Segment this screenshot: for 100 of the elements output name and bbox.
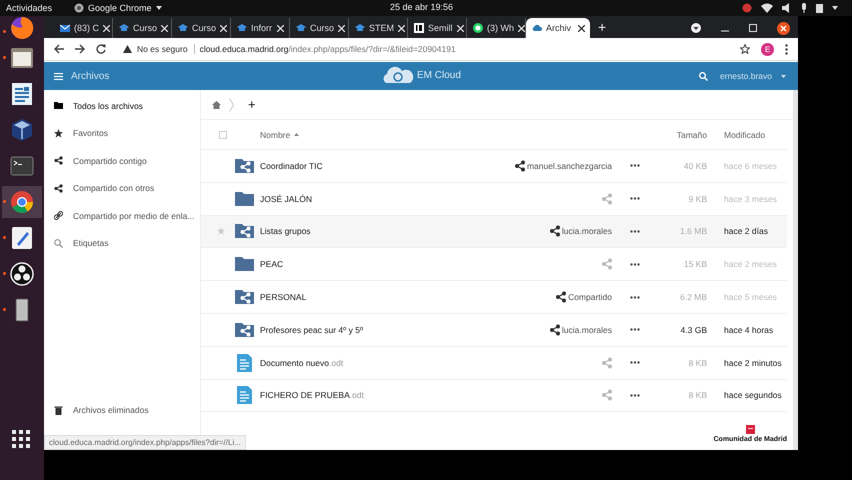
reload-icon[interactable] [96, 44, 106, 54]
folder-icon[interactable] [9, 45, 35, 71]
browser-tab[interactable]: Curso [172, 18, 231, 38]
new-tab-button[interactable]: + [590, 18, 614, 38]
shared-folder-icon[interactable] [235, 320, 254, 339]
file-name[interactable]: JOSÉ JALÓN [260, 194, 312, 204]
browser-tab[interactable]: Curso [290, 18, 349, 38]
app-grid-icon[interactable] [11, 429, 33, 451]
sidebar-item[interactable]: Archivos eliminados [44, 396, 200, 424]
more-icon[interactable] [630, 262, 640, 266]
file-row[interactable]: Listas grupos lucia.morales 1.6 MB hace 2 días [201, 216, 787, 248]
file-name[interactable]: PEAC [260, 259, 284, 270]
shared-folder-icon[interactable] [235, 156, 254, 175]
restore-icon[interactable] [749, 24, 757, 32]
obs-icon[interactable] [9, 261, 35, 287]
column-header[interactable]: Nombre [260, 130, 290, 140]
file-name[interactable]: FICHERO DE PRUEBA.odt [260, 390, 364, 400]
sidebar-item[interactable]: Favoritos [44, 120, 200, 147]
more-icon[interactable] [630, 296, 640, 299]
bookmark-star-icon[interactable] [740, 44, 750, 54]
file-name[interactable]: Documento nuevo.odt [260, 358, 344, 368]
shared-folder-icon[interactable] [235, 288, 254, 306]
flag-logo-icon [746, 425, 755, 434]
file-row[interactable]: FICHERO DE PRUEBA.odt 8 KB hace segundos [201, 380, 787, 412]
link-icon [54, 211, 63, 220]
modified-date: hace 2 días [723, 226, 769, 236]
more-icon[interactable] [630, 394, 640, 397]
sort-arrow-icon [294, 133, 300, 136]
share-button[interactable]: lucia.morales [548, 324, 612, 336]
browser-tab[interactable]: STEM [349, 18, 408, 38]
share-button[interactable]: manuel.sanchezgarcia [514, 160, 612, 172]
share-button[interactable]: lucia.morales [548, 225, 612, 238]
more-icon[interactable] [630, 328, 640, 332]
browser-tab[interactable]: Curso [113, 18, 172, 38]
sidebar-item[interactable]: Todos los archivos [44, 92, 200, 120]
back-icon[interactable] [54, 44, 64, 54]
checkbox[interactable] [219, 130, 227, 138]
chrome-icon[interactable] [9, 189, 35, 215]
more-icon[interactable] [630, 197, 640, 200]
address-field[interactable]: cloud.educa.madrid.org/index.php/apps/files/?dir=/&fileid=20904191 [200, 44, 456, 54]
file-name[interactable]: Coordinador TIC [260, 160, 323, 171]
menu-icon[interactable] [54, 72, 63, 80]
modified-date: hace 6 meses [723, 160, 778, 171]
search-icon[interactable] [699, 72, 708, 80]
caret-icon[interactable] [832, 6, 838, 10]
profile-avatar[interactable]: E [761, 42, 774, 56]
tab-search-icon[interactable] [691, 23, 701, 33]
file-size: 4.3 GB [680, 324, 707, 335]
mortarboard-icon [119, 23, 129, 33]
file-name[interactable]: PERSONAL [260, 292, 306, 302]
sidebar-item[interactable]: Compartido contigo [44, 147, 200, 174]
chevron-icon [229, 98, 234, 112]
close-icon[interactable] [578, 24, 585, 32]
trash-icon [54, 406, 63, 415]
more-icon[interactable] [630, 230, 640, 233]
share-button[interactable]: Compartido [555, 291, 612, 304]
battery-icon[interactable] [816, 3, 823, 13]
cube-icon[interactable] [9, 117, 35, 143]
app-menu[interactable]: Google Chrome [88, 3, 152, 13]
forward-icon[interactable] [75, 44, 85, 54]
file-row[interactable]: PERSONAL Compartido 6.2 MB hace 5 meses [201, 281, 787, 314]
modified-date: hace 4 horas [723, 324, 774, 335]
home-icon[interactable] [212, 100, 221, 108]
activities-button[interactable]: Actividades [6, 3, 52, 13]
file-size: 40 KB [682, 160, 707, 171]
more-icon[interactable] [785, 44, 788, 54]
file-row[interactable]: Documento nuevo.odt 8 KB hace 2 minutos [201, 346, 787, 380]
file-name[interactable]: Listas grupos [260, 226, 311, 236]
file-row[interactable]: PEAC 15 KB hace 2 meses [201, 248, 787, 282]
file-row[interactable]: Profesores peac sur 4º y 5º lucia.morales 4.3 GB hace 4 horas [201, 314, 787, 347]
column-header[interactable]: Tamaño [657, 130, 707, 140]
more-icon[interactable] [630, 164, 640, 168]
close-icon[interactable] [777, 22, 790, 34]
firefox-icon[interactable] [9, 15, 35, 41]
browser-tab[interactable]: Inforr [231, 18, 290, 38]
microphone-icon[interactable] [801, 3, 807, 13]
shared-folder-icon[interactable] [235, 222, 254, 240]
column-header[interactable]: Modificado [707, 130, 787, 140]
sidebar-item[interactable]: Compartido con otros [44, 174, 200, 202]
new-button[interactable]: + [242, 97, 262, 112]
star-icon[interactable] [217, 227, 225, 236]
sidebar-item[interactable]: Etiquetas [44, 230, 200, 257]
sidebar-item[interactable]: Compartido por medio de enla... [44, 202, 200, 230]
file-name[interactable]: Profesores peac sur 4º y 5º [260, 324, 364, 335]
mortarboard-icon [296, 23, 306, 33]
browser-tab[interactable]: Archiv [526, 18, 590, 38]
volume-icon[interactable] [782, 3, 792, 13]
browser-tab[interactable]: Semill [408, 18, 467, 38]
pencil-icon[interactable] [9, 225, 35, 251]
modified-date: hace 2 minutos [723, 358, 783, 368]
security-label[interactable]: No es seguro [137, 44, 195, 54]
update-icon[interactable] [742, 3, 752, 13]
wifi-icon[interactable] [761, 3, 773, 13]
clock[interactable]: 25 de abr 19:56 [390, 2, 454, 12]
scrollbar[interactable] [793, 90, 798, 450]
browser-tab[interactable]: (83) C [54, 18, 113, 38]
file-row[interactable]: Coordinador TIC manuel.sanchezgarcia 40 KB hace 6 meses [201, 150, 787, 183]
document-icon[interactable] [9, 81, 35, 107]
warning-icon [123, 45, 132, 53]
more-icon[interactable] [630, 361, 640, 364]
